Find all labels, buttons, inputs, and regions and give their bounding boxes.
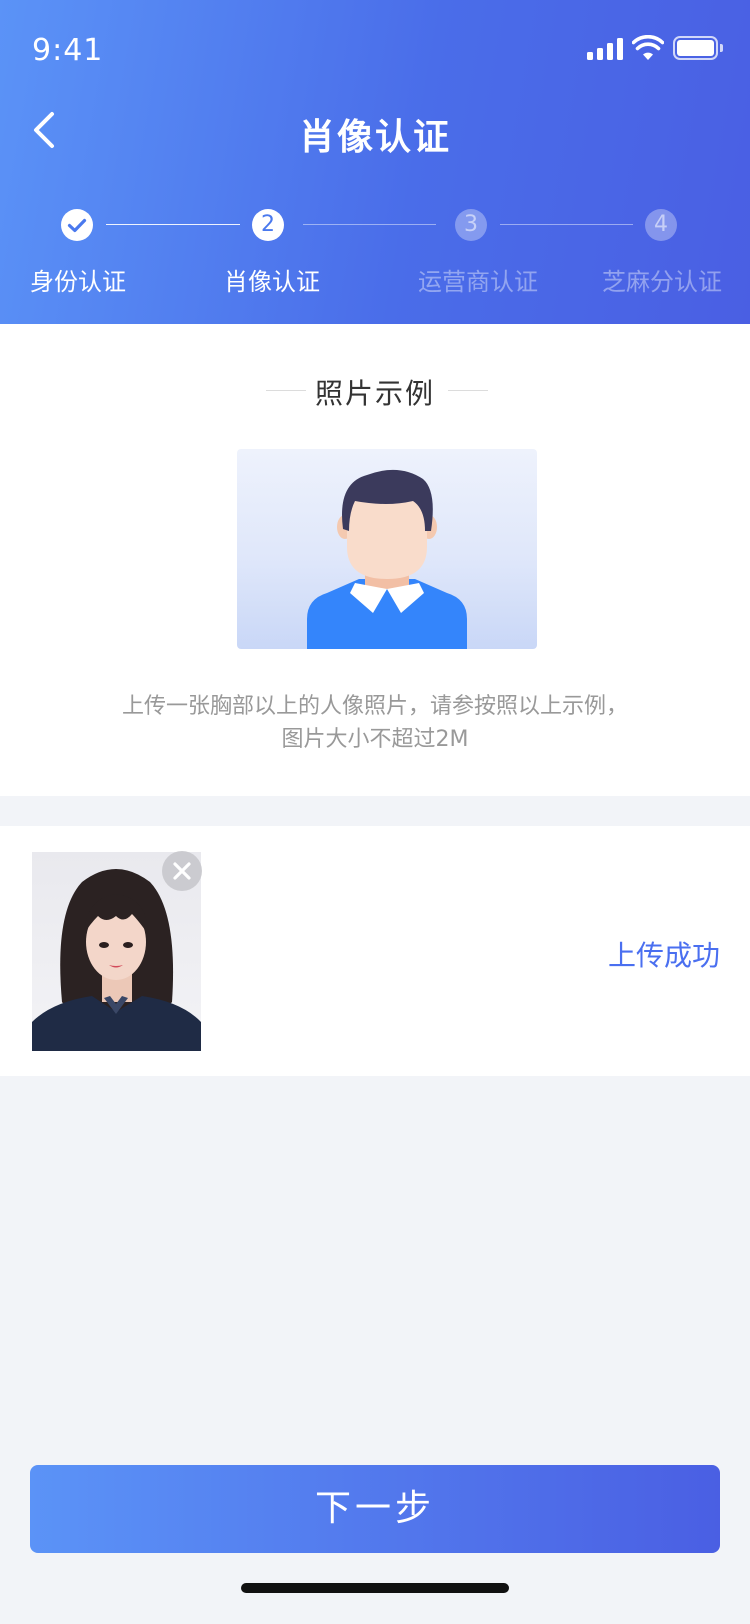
step-2-number: 2 bbox=[252, 209, 284, 241]
step-connector bbox=[106, 224, 240, 225]
step-4-number: 4 bbox=[645, 209, 677, 241]
example-portrait-illustration bbox=[237, 449, 537, 649]
step-3-number: 3 bbox=[455, 209, 487, 241]
battery-icon bbox=[673, 36, 723, 60]
step-3-label: 运营商认证 bbox=[418, 268, 538, 296]
upload-status: 上传成功 bbox=[607, 939, 720, 972]
next-step-button[interactable]: 下一步 bbox=[30, 1465, 720, 1553]
title-divider-right bbox=[448, 390, 488, 391]
upload-hint-line-1: 上传一张胸部以上的人像照片，请参按照以上示例， bbox=[121, 694, 628, 719]
example-section: 照片示例 上传一张胸部以上的人像照片，请参按照以上示例， 图片大小不超过2M bbox=[0, 324, 750, 796]
upload-hint-line-2: 图片大小不超过2M bbox=[281, 727, 469, 752]
home-indicator[interactable] bbox=[241, 1583, 509, 1593]
step-1-label: 身份认证 bbox=[30, 268, 126, 296]
upload-section: 上传成功 bbox=[0, 826, 750, 1076]
step-1-check-icon bbox=[61, 209, 93, 241]
remove-photo-button[interactable] bbox=[162, 851, 202, 891]
step-4-label: 芝麻分认证 bbox=[602, 268, 722, 296]
close-icon bbox=[173, 862, 191, 880]
page-title: 肖像认证 bbox=[298, 117, 451, 158]
step-connector bbox=[500, 224, 633, 225]
status-time: 9:41 bbox=[32, 33, 104, 68]
status-bar: 9:41 bbox=[0, 0, 750, 100]
upload-hint: 上传一张胸部以上的人像照片，请参按照以上示例， 图片大小不超过2M bbox=[0, 690, 750, 756]
header: 9:41 肖像认证 2 3 4 身份认证 肖像认证 运营商认证 芝麻分认证 bbox=[0, 0, 750, 324]
wifi-icon bbox=[632, 35, 664, 60]
step-connector bbox=[303, 224, 436, 225]
step-indicator: 2 3 4 身份认证 肖像认证 运营商认证 芝麻分认证 bbox=[0, 200, 750, 300]
cellular-signal-icon bbox=[587, 38, 623, 60]
step-2-label: 肖像认证 bbox=[224, 268, 320, 296]
example-title: 照片示例 bbox=[314, 377, 435, 410]
